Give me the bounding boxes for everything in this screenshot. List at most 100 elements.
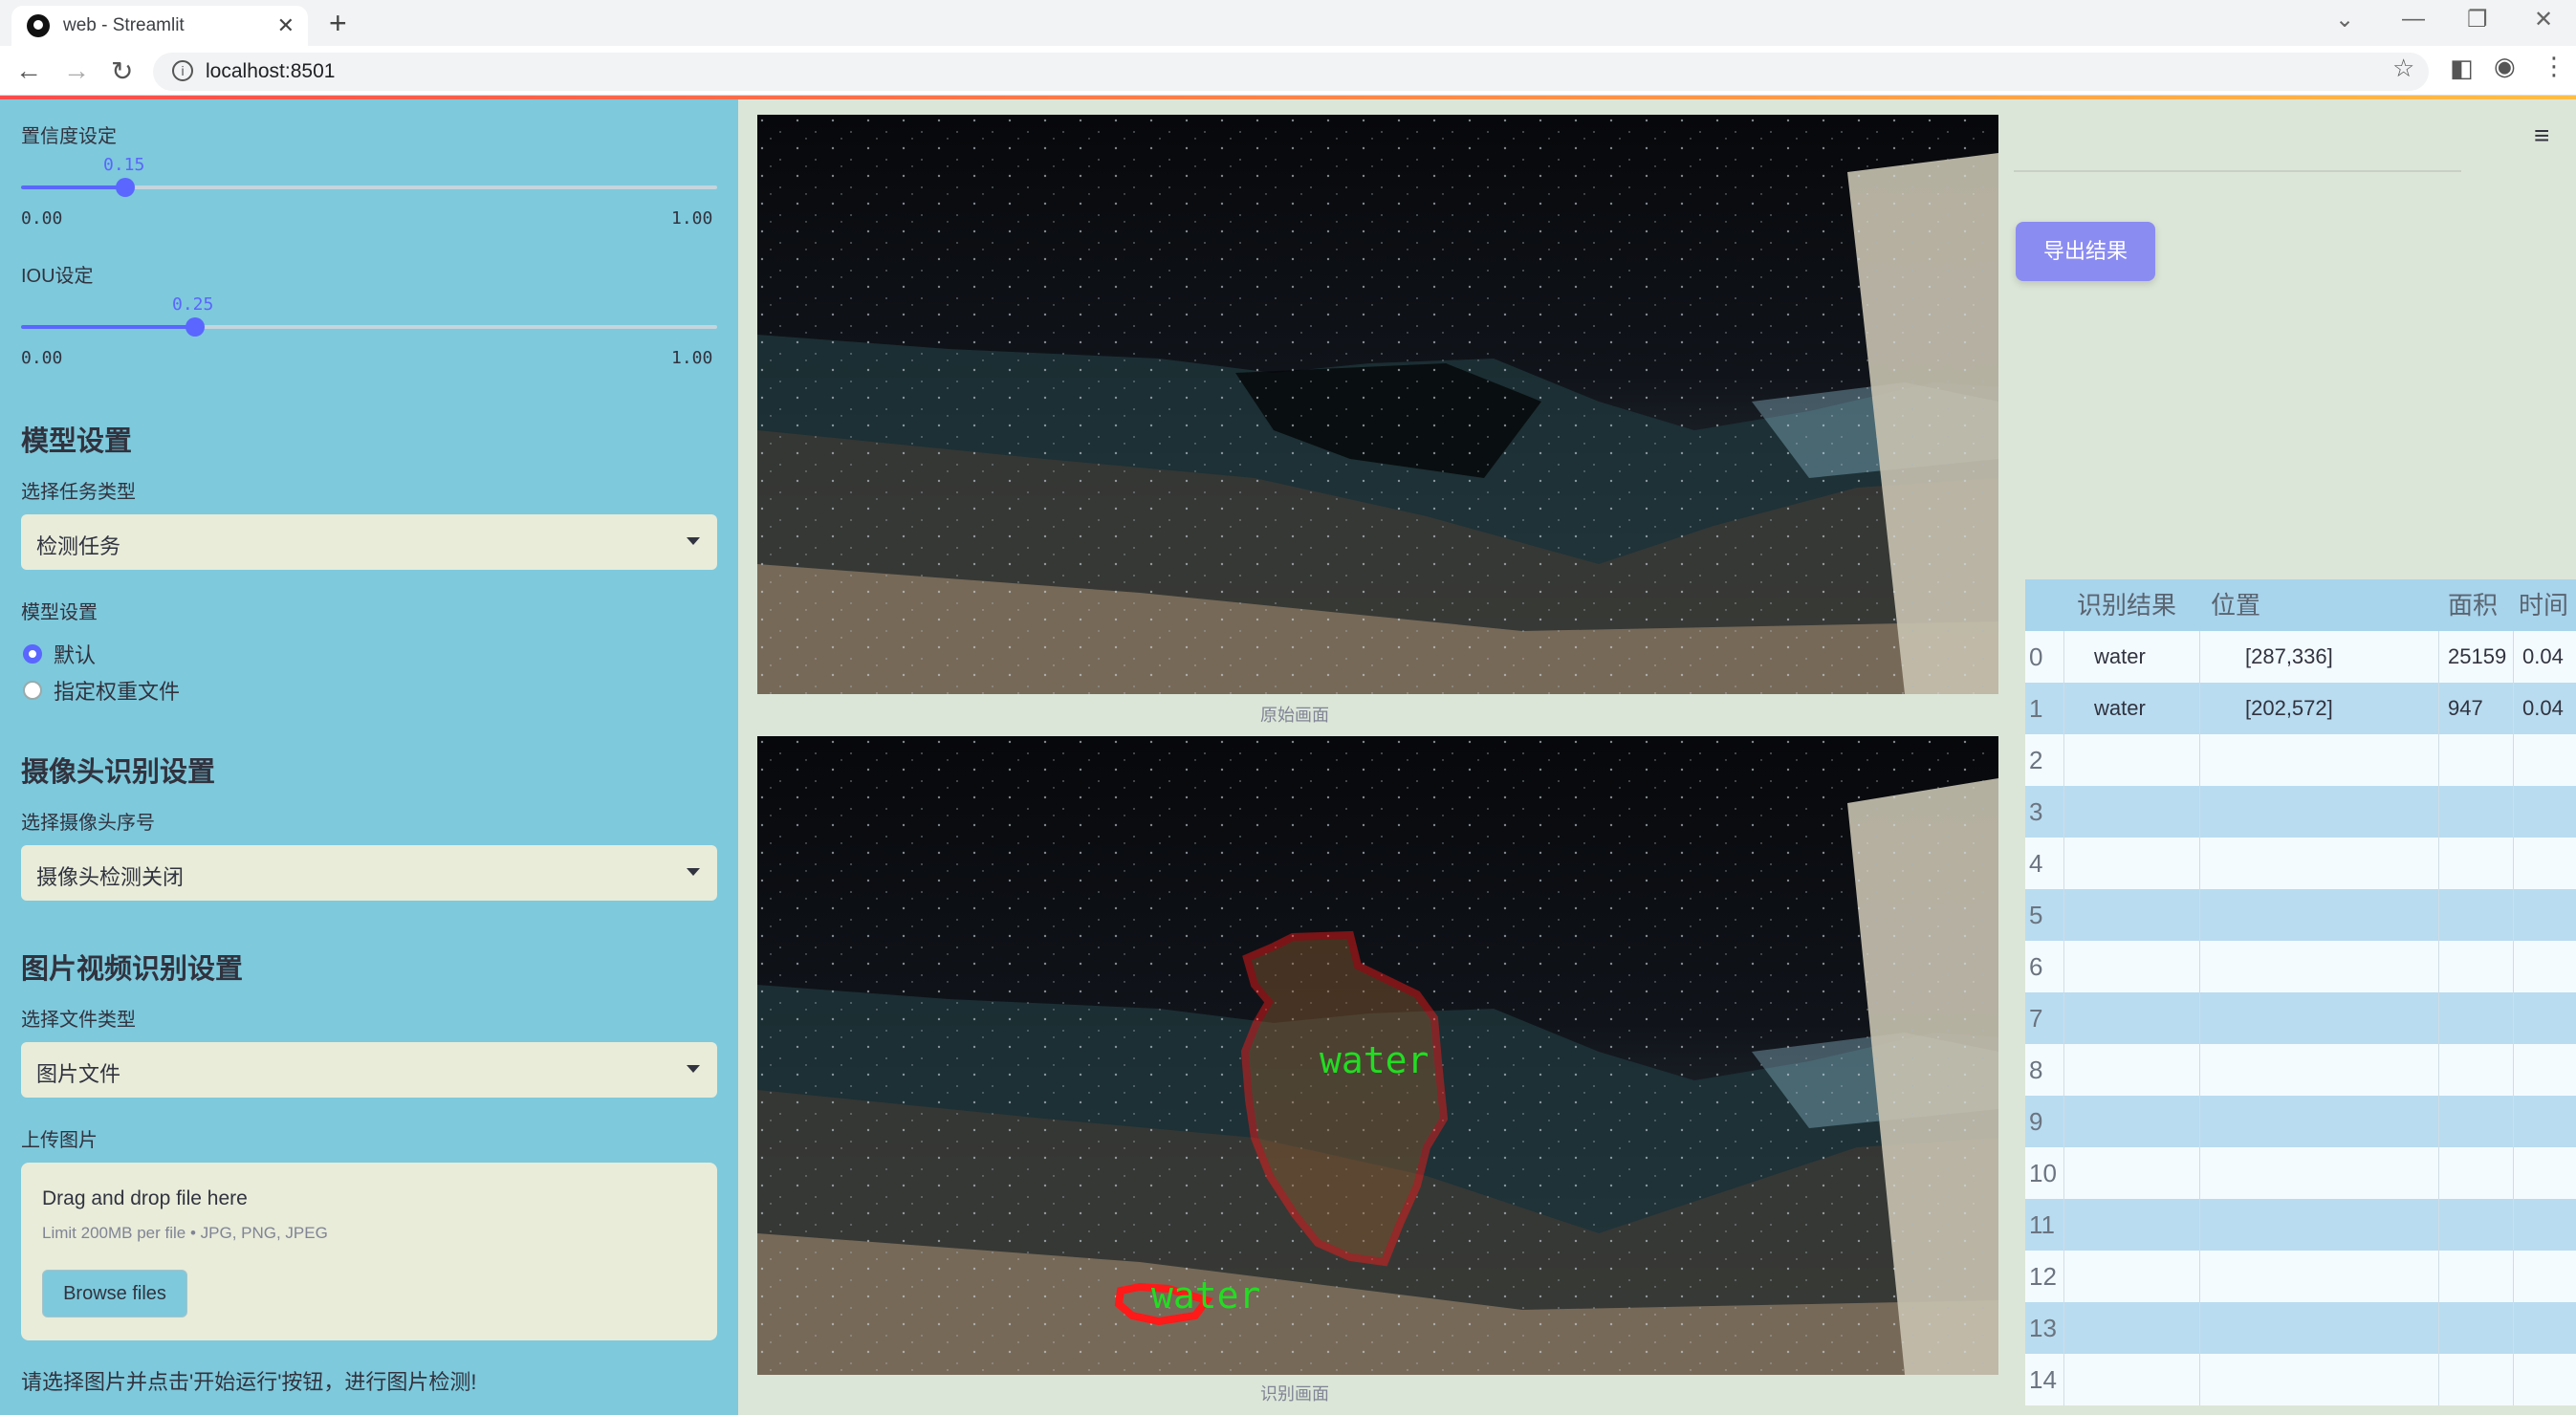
table-row[interactable]: 13 [2025, 1302, 2576, 1354]
column-divider [2438, 631, 2439, 683]
row-index: 4 [2029, 849, 2043, 878]
tab-search-icon[interactable]: ⌄ [2335, 6, 2354, 33]
hamburger-menu-icon[interactable]: ≡ [2534, 120, 2549, 151]
column-divider [2438, 683, 2439, 734]
column-header-time[interactable]: 时间 [2519, 579, 2568, 631]
cell-time: 0.04 [2522, 644, 2564, 668]
back-icon[interactable]: ← [15, 55, 42, 86]
column-divider [2063, 838, 2064, 889]
column-header-result[interactable]: 识别结果 [2077, 579, 2176, 631]
file-type-select[interactable]: 图片文件 [21, 1042, 717, 1098]
file-type-label: 选择文件类型 [21, 1010, 136, 1031]
site-info-icon[interactable]: i [172, 60, 193, 81]
column-divider [2199, 1044, 2200, 1096]
url-field[interactable]: i localhost:8501 [153, 53, 2429, 91]
column-divider [2513, 992, 2514, 1044]
camera-index-select[interactable]: 摄像头检测关闭 [21, 845, 717, 901]
radio-unselected-icon [23, 681, 42, 700]
table-row[interactable]: 14 [2025, 1354, 2576, 1405]
iou-value: 0.25 [172, 294, 214, 315]
radio-custom-weights-label: 指定权重文件 [54, 680, 181, 704]
task-type-select[interactable]: 检测任务 [21, 514, 717, 570]
column-divider [2438, 1251, 2439, 1302]
chevron-down-icon [687, 1065, 700, 1073]
iou-slider-thumb[interactable] [186, 317, 205, 337]
column-divider [2063, 889, 2064, 941]
restore-icon[interactable]: ❐ [2467, 6, 2488, 33]
radio-default[interactable]: 默认 [23, 639, 96, 669]
column-divider [2513, 889, 2514, 941]
column-divider [2438, 992, 2439, 1044]
file-dropzone[interactable]: Drag and drop file here Limit 200MB per … [21, 1163, 717, 1340]
more-menu-icon[interactable]: ⋮ [2542, 52, 2566, 81]
browser-tab[interactable]: web - Streamlit ✕ [11, 6, 308, 46]
table-row[interactable]: 1 water [202,572] 947 0.04 [2025, 683, 2576, 734]
detection-label-1: water [1320, 1039, 1429, 1081]
browse-files-button[interactable]: Browse files [42, 1270, 187, 1317]
column-divider [2063, 1251, 2064, 1302]
cell-area: 25159 [2448, 644, 2507, 668]
row-index: 3 [2029, 797, 2043, 826]
row-index: 5 [2029, 901, 2043, 929]
table-row[interactable]: 6 [2025, 941, 2576, 992]
reload-icon[interactable]: ↻ [111, 55, 133, 87]
column-divider [2438, 786, 2439, 838]
table-row[interactable]: 12 [2025, 1251, 2576, 1302]
column-divider [2438, 1147, 2439, 1199]
row-index: 0 [2029, 642, 2043, 671]
row-index: 10 [2029, 1159, 2057, 1187]
iou-max: 1.00 [671, 348, 713, 368]
side-panel-icon[interactable]: ◧ [2450, 54, 2474, 83]
radio-custom-weights[interactable]: 指定权重文件 [23, 675, 180, 706]
profile-icon[interactable]: ◉ [2494, 52, 2516, 81]
result-image: water water [757, 736, 1998, 1375]
column-header-area[interactable]: 面积 [2448, 579, 2498, 631]
column-header-position[interactable]: 位置 [2211, 579, 2260, 631]
column-divider [2438, 941, 2439, 992]
confidence-slider[interactable] [21, 178, 717, 197]
column-divider [2513, 683, 2514, 734]
table-row[interactable]: 8 [2025, 1044, 2576, 1096]
table-row[interactable]: 0 water [287,336] 25159 0.04 [2025, 631, 2576, 683]
minimize-icon[interactable]: — [2402, 6, 2425, 33]
table-row[interactable]: 7 [2025, 992, 2576, 1044]
bookmark-star-icon[interactable]: ☆ [2392, 54, 2414, 83]
close-window-icon[interactable]: ✕ [2534, 6, 2553, 33]
column-divider [2063, 683, 2064, 734]
column-divider [2438, 734, 2439, 786]
column-divider [2438, 1354, 2439, 1405]
row-index: 2 [2029, 746, 2043, 774]
close-tab-icon[interactable]: ✕ [277, 13, 295, 38]
column-divider [2513, 1147, 2514, 1199]
table-row[interactable]: 11 [2025, 1199, 2576, 1251]
chevron-down-icon [687, 537, 700, 545]
column-divider [2513, 631, 2514, 683]
iou-slider-fill [21, 325, 195, 329]
column-divider [2513, 838, 2514, 889]
iou-slider[interactable] [21, 317, 717, 337]
table-row[interactable]: 2 [2025, 734, 2576, 786]
column-divider [2438, 1096, 2439, 1147]
task-type-value: 检测任务 [36, 534, 121, 558]
row-index: 9 [2029, 1107, 2043, 1136]
table-row[interactable]: 3 [2025, 786, 2576, 838]
column-divider [2063, 992, 2064, 1044]
url-text: localhost:8501 [206, 60, 336, 82]
confidence-max: 1.00 [671, 208, 713, 229]
new-tab-icon[interactable]: + [329, 6, 347, 41]
media-settings-heading: 图片视频识别设置 [21, 954, 244, 985]
task-type-label: 选择任务类型 [21, 482, 136, 503]
iou-label: IOU设定 [21, 266, 94, 287]
forward-icon[interactable]: → [63, 55, 90, 86]
confidence-slider-fill [21, 185, 126, 189]
row-index: 11 [2029, 1210, 2055, 1239]
table-row[interactable]: 10 [2025, 1147, 2576, 1199]
export-results-button[interactable]: 导出结果 [2016, 222, 2155, 281]
table-row[interactable]: 9 [2025, 1096, 2576, 1147]
column-divider [2063, 734, 2064, 786]
row-index: 1 [2029, 694, 2043, 723]
table-row[interactable]: 5 [2025, 889, 2576, 941]
table-row[interactable]: 4 [2025, 838, 2576, 889]
column-divider [2199, 631, 2200, 683]
confidence-min: 0.00 [21, 208, 63, 229]
